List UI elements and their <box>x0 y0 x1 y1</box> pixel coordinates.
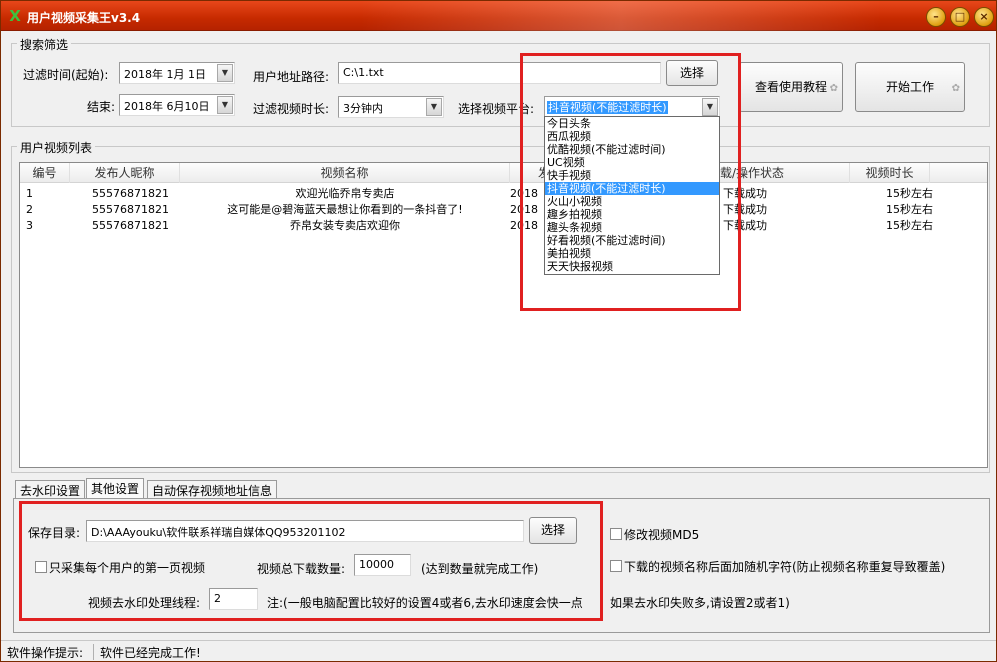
table-row[interactable]: 3 55576871821 乔帛女装专卖店欢迎你 2018 下载成功 15秒左右 <box>20 218 987 234</box>
row-user: 55576871821 <box>92 203 169 216</box>
title-bar[interactable]: X 用户视频采集王v3.4 – □ × <box>1 1 996 31</box>
duration-value: 3分钟内 <box>343 102 383 115</box>
maximize-icon[interactable]: □ <box>950 7 970 27</box>
end-date-picker[interactable]: 2018年 6月10日 ▼ <box>119 94 235 116</box>
row-video-name: 这可能是@碧海蓝天最想让你看到的一条抖音了! <box>227 203 463 216</box>
highlight-box-settings <box>19 501 603 621</box>
highlight-box-platform <box>520 53 741 311</box>
modify-md5-label: 修改视频MD5 <box>624 528 700 542</box>
end-date-value: 2018年 6月10日 <box>124 100 210 113</box>
duration-select[interactable]: 3分钟内 ▼ <box>338 96 444 118</box>
table-row[interactable]: 2 55576871821 这可能是@碧海蓝天最想让你看到的一条抖音了! 201… <box>20 202 987 218</box>
search-filter-title: 搜索筛选 <box>17 36 72 53</box>
user-path-label: 用户地址路径: <box>253 70 330 84</box>
video-list-title: 用户视频列表 <box>17 139 96 156</box>
row-id: 2 <box>26 203 33 216</box>
tutorial-button[interactable]: 查看使用教程 ✿ <box>739 62 843 112</box>
modify-md5-checkbox[interactable] <box>610 528 622 540</box>
start-date-value: 2018年 1月 1日 <box>124 68 206 81</box>
random-suffix-checkbox[interactable] <box>610 560 622 572</box>
duration-label: 过滤视频时长: <box>253 102 330 116</box>
minimize-icon[interactable]: – <box>926 7 946 27</box>
row-user: 55576871821 <box>92 187 169 200</box>
start-date-picker[interactable]: 2018年 1月 1日 ▼ <box>119 62 235 84</box>
row-id: 1 <box>26 187 33 200</box>
chevron-down-icon[interactable]: ▼ <box>217 64 233 82</box>
tab-watermark-settings[interactable]: 去水印设置 <box>15 480 86 498</box>
row-duration: 15秒左右 <box>886 203 933 216</box>
status-separator <box>93 644 94 660</box>
title-bar-decoration <box>361 1 881 31</box>
column-header[interactable]: 编号 <box>20 163 70 183</box>
column-header[interactable]: 视频时长 <box>850 163 930 183</box>
row-user: 55576871821 <box>92 219 169 232</box>
row-duration: 15秒左右 <box>886 187 933 200</box>
start-work-button[interactable]: 开始工作 ✿ <box>855 62 965 112</box>
random-suffix-label: 下载的视频名称后面加随机字符(防止视频名称重复导致覆盖) <box>624 560 946 574</box>
column-header[interactable]: 视频名称 <box>180 163 510 183</box>
chevron-down-icon[interactable]: ▼ <box>426 98 442 116</box>
status-bar: 软件操作提示: 软件已经完成工作! <box>1 640 996 661</box>
list-header: 编号 发布人昵称 视频名称 发 载/操作状态 视频时长 <box>20 163 987 183</box>
window-title: 用户视频采集王v3.4 <box>27 11 141 25</box>
row-video-name: 欢迎光临乔帛专卖店 <box>295 187 395 200</box>
video-list[interactable]: 编号 发布人昵称 视频名称 发 载/操作状态 视频时长 1 5557687182… <box>19 162 988 468</box>
status-label: 软件操作提示: <box>7 646 84 660</box>
filter-time-label: 过滤时间(起始): <box>23 68 109 82</box>
tab-auto-save-address[interactable]: 自动保存视频地址信息 <box>147 480 278 498</box>
fail-note: 如果去水印失败多,请设置2或者1) <box>610 596 790 610</box>
tab-other-settings[interactable]: 其他设置 <box>86 478 145 499</box>
column-header[interactable]: 发布人昵称 <box>70 163 180 183</box>
table-row[interactable]: 1 55576871821 欢迎光临乔帛专卖店 2018 下载成功 15秒左右 <box>20 186 987 202</box>
end-date-label: 结束: <box>87 100 116 114</box>
row-id: 3 <box>26 219 33 232</box>
app-window: X 用户视频采集王v3.4 – □ × 搜索筛选 过滤时间(起始): 2018年… <box>0 0 997 662</box>
row-duration: 15秒左右 <box>886 219 933 232</box>
row-video-name: 乔帛女装专卖店欢迎你 <box>290 219 400 232</box>
chevron-down-icon[interactable]: ▼ <box>217 96 233 114</box>
close-icon[interactable]: × <box>974 7 994 27</box>
status-message: 软件已经完成工作! <box>100 646 201 660</box>
app-logo-icon: X <box>9 7 21 25</box>
